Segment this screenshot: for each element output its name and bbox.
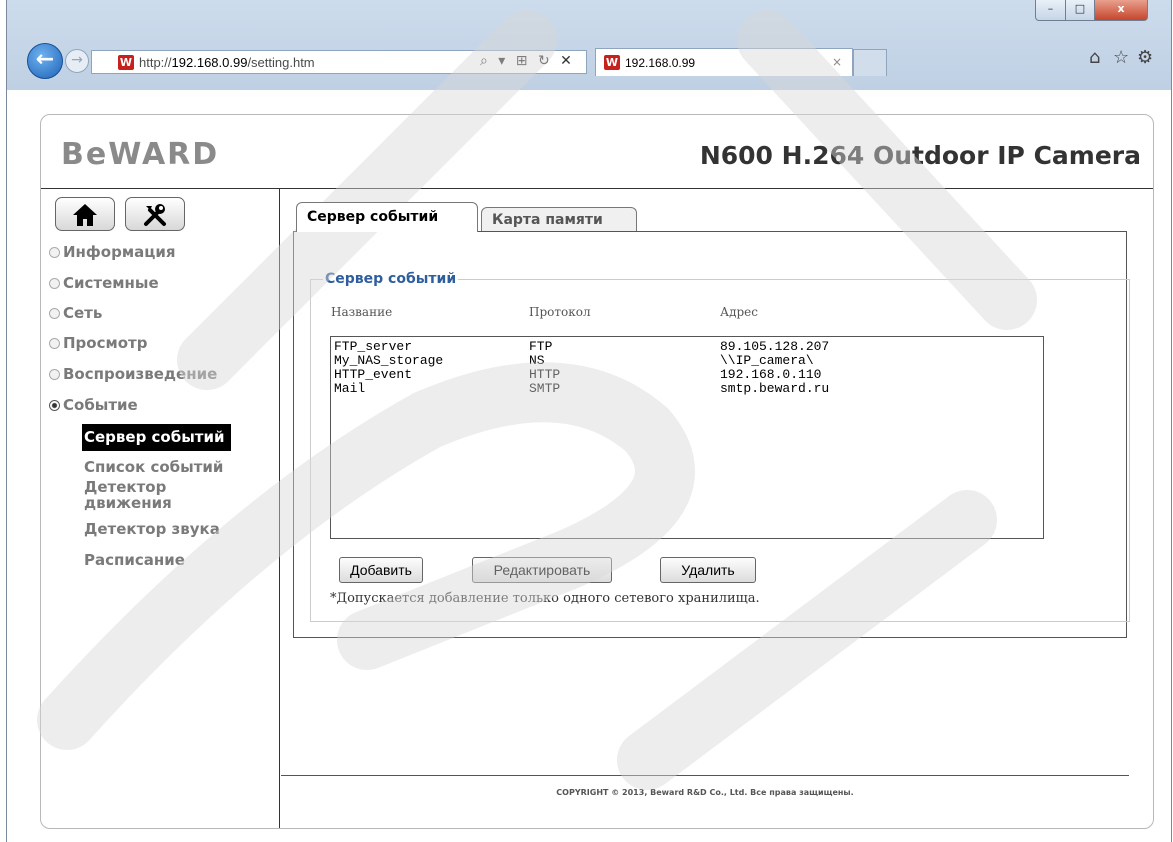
delete-button[interactable]: Удалить [660, 557, 756, 583]
radio-selected-icon [49, 400, 60, 411]
close-window-button[interactable]: x [1094, 0, 1148, 21]
column-header-name: Название [331, 305, 393, 319]
settings-button[interactable] [125, 197, 185, 231]
tab-title: 192.168.0.99 [625, 56, 696, 70]
subnav-event-server[interactable]: Сервер событий [82, 424, 231, 451]
server-protocol: NS [529, 353, 545, 368]
browser-window: – □ x ← → W http://192.168.0.99/setting.… [6, 0, 1172, 842]
nav-item-view[interactable]: Просмотр [49, 334, 148, 352]
minimize-button[interactable]: – [1035, 0, 1066, 21]
subnav-motion-detector[interactable]: Детектор движения [84, 479, 224, 511]
server-name: Mail [334, 381, 366, 396]
tab-favicon-icon: W [604, 55, 620, 70]
url-text[interactable]: http://192.168.0.99/setting.htm [139, 55, 315, 70]
favorites-star-icon[interactable]: ☆ [1113, 47, 1129, 68]
radio-icon [49, 278, 60, 289]
tab-memory-card[interactable]: Карта памяти [481, 207, 637, 231]
address-bar[interactable]: W http://192.168.0.99/setting.htm ⌕ ▾ ⊞ … [91, 50, 587, 74]
house-icon [73, 204, 97, 226]
add-button[interactable]: Добавить [339, 557, 423, 583]
header-divider [41, 188, 1153, 189]
nav-item-system[interactable]: Системные [49, 274, 159, 292]
address-tools-icons[interactable]: ⌕ ▾ ⊞ ↻ ✕ [480, 53, 575, 69]
home-icon[interactable]: ⌂ [1089, 47, 1100, 68]
server-protocol: FTP [529, 339, 553, 354]
server-address: smtp.beward.ru [720, 381, 830, 396]
nav-item-info[interactable]: Информация [49, 243, 176, 261]
settings-gear-icon[interactable]: ⚙ [1137, 47, 1153, 68]
list-item[interactable]: My_NAS_storage NS \\IP_camera\ [331, 354, 1043, 368]
list-item[interactable]: FTP_server FTP 89.105.128.207 [331, 340, 1043, 354]
edit-button[interactable]: Редактировать [472, 557, 612, 583]
radio-icon [49, 369, 60, 380]
forward-icon[interactable]: → [65, 49, 89, 73]
url-host: 192.168.0.99 [171, 55, 248, 70]
fieldset-legend: Сервер событий [323, 271, 459, 287]
home-button[interactable] [55, 197, 115, 231]
list-item[interactable]: Mail SMTP smtp.beward.ru [331, 382, 1043, 396]
url-prefix: http:// [139, 55, 172, 70]
camera-title: N600 H.264 Outdoor IP Camera [699, 141, 1141, 170]
column-header-address: Адрес [720, 305, 758, 319]
new-tab-button[interactable] [853, 49, 887, 76]
subnav-sound-detector[interactable]: Детектор звука [84, 521, 220, 537]
tab-close-icon[interactable]: × [832, 55, 842, 69]
server-name: HTTP_event [334, 367, 413, 382]
server-protocol: HTTP [529, 367, 561, 382]
nav-item-label: Просмотр [63, 334, 148, 352]
nav-item-network[interactable]: Сеть [49, 304, 102, 322]
copyright-text: COPYRIGHT © 2013, Beward R&D Co., Ltd. В… [556, 788, 854, 797]
camera-page-frame: BeWARD N600 H.264 Outdoor IP Camera Инфо… [40, 114, 1154, 829]
nav-item-label: Воспроизведение [63, 365, 218, 383]
event-server-list[interactable]: FTP_server FTP 89.105.128.207 My_NAS_sto… [330, 336, 1044, 539]
nav-item-label: Системные [63, 274, 159, 292]
storage-note: *Допускается добавление только одного се… [330, 591, 760, 606]
maximize-button[interactable]: □ [1065, 0, 1095, 21]
page-viewport: BeWARD N600 H.264 Outdoor IP Camera Инфо… [7, 90, 1171, 842]
radio-icon [49, 338, 60, 349]
footer-divider [281, 775, 1129, 776]
nav-item-playback[interactable]: Воспроизведение [49, 365, 217, 383]
server-name: FTP_server [334, 339, 413, 354]
nav-item-label: Сеть [63, 304, 103, 322]
server-address: 192.168.0.110 [720, 367, 822, 382]
column-header-protocol: Протокол [529, 305, 591, 319]
server-name: My_NAS_storage [334, 353, 444, 368]
radio-icon [49, 308, 60, 319]
nav-item-event[interactable]: Событие [49, 396, 138, 414]
nav-item-label: Событие [63, 396, 138, 414]
subnav-schedule[interactable]: Расписание [84, 552, 185, 568]
server-address: 89.105.128.207 [720, 339, 830, 354]
back-icon[interactable]: ← [27, 43, 63, 79]
nav-item-label: Информация [63, 243, 176, 261]
server-protocol: SMTP [529, 381, 561, 396]
site-favicon-icon: W [118, 55, 134, 70]
subnav-event-list[interactable]: Список событий [84, 459, 223, 475]
browser-tab[interactable]: W 192.168.0.99 × [595, 48, 853, 76]
radio-icon [49, 247, 60, 258]
tab-event-server[interactable]: Сервер событий [296, 202, 478, 232]
list-item[interactable]: HTTP_event HTTP 192.168.0.110 [331, 368, 1043, 382]
sidebar-divider [279, 188, 280, 828]
server-address: \\IP_camera\ [720, 353, 814, 368]
browser-titlebar: – □ x ← → W http://192.168.0.99/setting.… [7, 0, 1171, 90]
url-path: /setting.htm [247, 55, 315, 70]
beward-logo: BeWARD [61, 137, 220, 172]
tools-icon [144, 204, 166, 226]
